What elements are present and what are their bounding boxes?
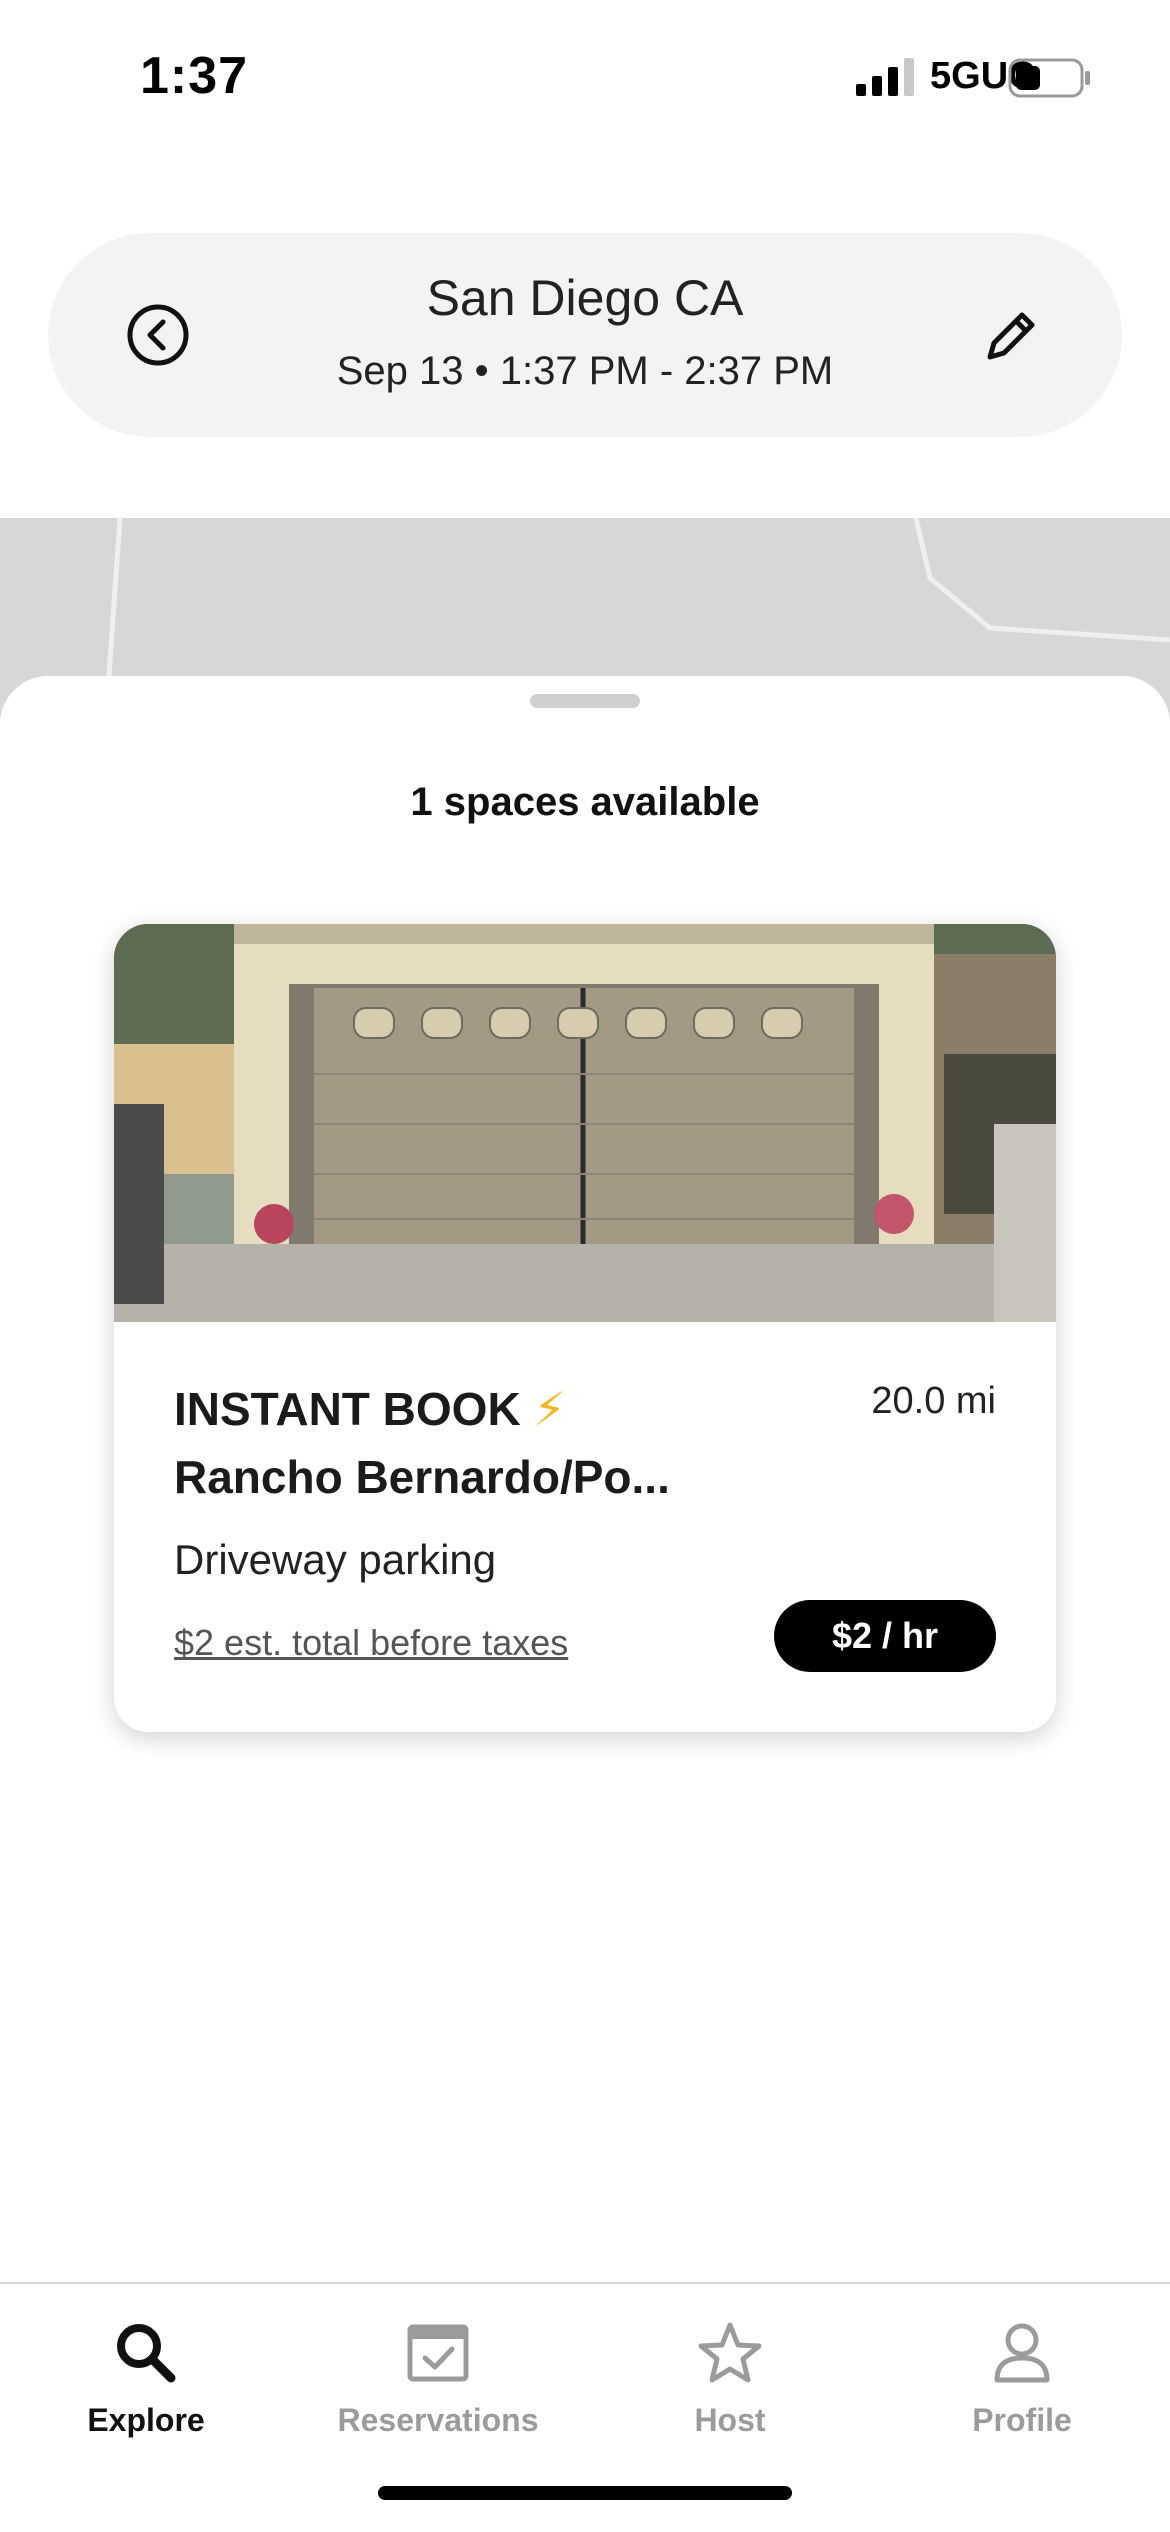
battery-icon <box>1008 58 1090 98</box>
tab-reservations[interactable]: Reservations <box>308 2304 568 2454</box>
lightning-icon: ⚡ <box>533 1383 566 1435</box>
listing-card[interactable]: INSTANT BOOK ⚡ Rancho Bernardo/Po... 20.… <box>114 924 1056 1732</box>
search-summary-pill[interactable]: San Diego CA Sep 13 • 1:37 PM - 2:37 PM <box>48 233 1122 437</box>
listing-distance: 20.0 mi <box>871 1380 996 1422</box>
instant-book-label: INSTANT BOOK ⚡ <box>174 1382 566 1436</box>
calendar-check-icon <box>407 2324 469 2382</box>
instant-book-text: INSTANT BOOK <box>174 1383 521 1435</box>
person-icon <box>994 2323 1050 2383</box>
status-bar: 1:37 5GUC <box>0 0 1170 150</box>
tab-explore[interactable]: Explore <box>16 2304 276 2454</box>
estimated-total-link[interactable]: $2 est. total before taxes <box>174 1622 568 1664</box>
price-badge: $2 / hr <box>774 1600 996 1672</box>
tab-profile-label: Profile <box>972 2402 1072 2438</box>
home-indicator[interactable] <box>378 2486 792 2500</box>
results-sheet: 1 spaces available INSTANT BOOK ⚡ Rancho… <box>0 676 1170 2284</box>
parking-type: Driveway parking <box>174 1536 497 1583</box>
results-count: 1 spaces available <box>410 780 760 824</box>
search-datetime: Sep 13 • 1:37 PM - 2:37 PM <box>336 349 834 393</box>
tab-explore-label: Explore <box>87 2402 205 2438</box>
tab-reservations-label: Reservations <box>337 2402 539 2438</box>
listing-name: Rancho Bernardo/Po... <box>174 1451 670 1503</box>
tab-host[interactable]: Host <box>600 2304 860 2454</box>
search-icon <box>117 2324 176 2383</box>
pencil-icon[interactable] <box>978 301 1046 369</box>
signal-icon <box>856 58 914 96</box>
tab-profile[interactable]: Profile <box>892 2304 1152 2454</box>
tab-host-label: Host <box>694 2402 766 2438</box>
status-time: 1:37 <box>140 47 249 105</box>
star-icon <box>698 2322 762 2383</box>
search-location: San Diego CA <box>426 270 744 326</box>
sheet-grabber[interactable] <box>530 694 640 708</box>
listing-photo <box>114 924 1056 1322</box>
